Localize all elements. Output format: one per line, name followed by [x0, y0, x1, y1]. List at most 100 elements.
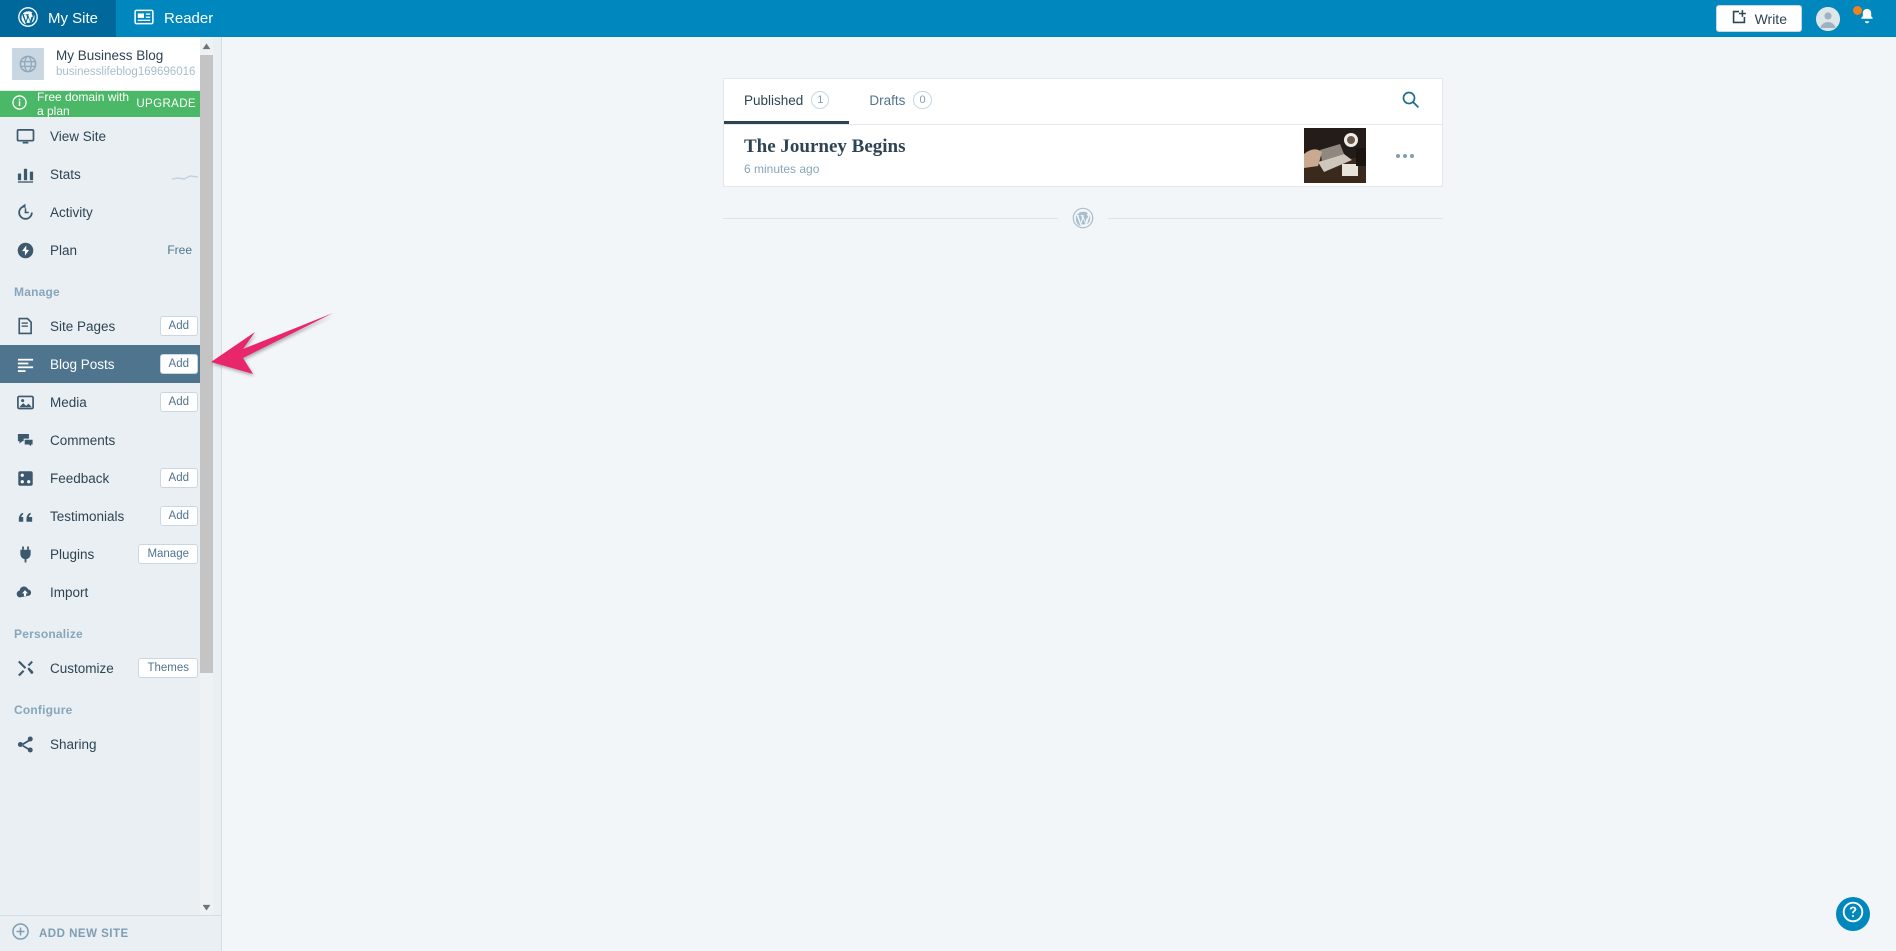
sidebar-item-plan[interactable]: Plan Free	[0, 231, 208, 269]
sidebar-item-label: Customize	[50, 660, 114, 676]
tab-label: Published	[744, 92, 804, 108]
testimonials-add-button[interactable]: Add	[159, 506, 198, 526]
main-content: Published 1 Drafts 0 The Journey Begins …	[222, 37, 1896, 951]
sidebar-item-stats[interactable]: Stats	[0, 155, 208, 193]
masthead-spacer	[231, 0, 1715, 37]
sidebar-scroll-region: My Business Blog businesslifeblog1696960…	[0, 37, 208, 916]
media-add-button[interactable]: Add	[159, 392, 198, 412]
post-title[interactable]: The Journey Begins	[744, 135, 1304, 159]
plus-circle-icon	[12, 922, 29, 945]
wordpress-logo-icon	[1058, 207, 1108, 229]
upgrade-banner[interactable]: Free domain with a plan UPGRADE	[0, 90, 208, 118]
scroll-up-arrow-icon[interactable]	[200, 37, 213, 55]
posts-list-icon	[14, 355, 36, 374]
post-ellipsis-menu-button[interactable]	[1388, 139, 1422, 173]
masthead-tab-reader[interactable]: Reader	[116, 0, 231, 37]
blog-posts-add-button[interactable]: Add	[159, 354, 198, 374]
help-button[interactable]	[1836, 897, 1870, 931]
sidebar-item-label: Plugins	[50, 546, 95, 562]
ellipsis-dot	[1403, 153, 1407, 158]
scroll-down-arrow-icon[interactable]	[200, 898, 213, 916]
sidebar-item-label: Media	[50, 394, 87, 410]
divider-rule-left	[723, 217, 1058, 219]
help-question-icon	[1840, 899, 1866, 930]
site-title: My Business Blog	[56, 48, 164, 64]
sidebar-scrollbar-thumb[interactable]	[200, 55, 213, 673]
ellipsis-menu-icon	[1396, 153, 1400, 158]
post-thumbnail	[1304, 128, 1366, 183]
ellipsis-dot	[1410, 153, 1414, 158]
add-new-site-label: ADD NEW SITE	[39, 927, 129, 940]
upgrade-banner-label: Free domain with a plan	[37, 90, 130, 118]
comments-icon	[14, 431, 36, 450]
site-url: businesslifeblog169696016.wordpre	[56, 65, 196, 78]
sidebar-item-sharing[interactable]: Sharing	[0, 725, 208, 763]
sidebar-item-label: Plan	[50, 242, 78, 258]
sidebar-scrollbar-track[interactable]	[200, 37, 213, 916]
notifications-button[interactable]	[1852, 4, 1880, 32]
sidebar-item-label: Site Pages	[50, 318, 116, 334]
avatar[interactable]	[1816, 6, 1840, 31]
write-button-label: Write	[1754, 10, 1787, 27]
masthead-tab-label: My Site	[48, 10, 99, 27]
cloud-upload-icon	[14, 583, 36, 602]
posts-column: Published 1 Drafts 0 The Journey Begins …	[723, 78, 1443, 229]
add-new-site-button[interactable]: ADD NEW SITE	[0, 915, 221, 951]
media-image-icon	[14, 393, 36, 412]
search-button[interactable]	[1379, 79, 1442, 124]
plan-bolt-icon	[14, 241, 36, 260]
sidebar-section-personalize: Personalize	[14, 627, 83, 641]
posts-status-tabs: Published 1 Drafts 0	[723, 78, 1443, 125]
sidebar: My Business Blog businesslifeblog1696960…	[0, 37, 222, 951]
sidebar-item-site-pages[interactable]: Site Pages Add	[0, 307, 208, 345]
plugins-manage-button[interactable]: Manage	[138, 544, 198, 564]
tabs-spacer	[952, 79, 1379, 124]
sidebar-item-label: Activity	[50, 204, 93, 220]
sidebar-item-label: Import	[50, 584, 89, 600]
customize-themes-button[interactable]: Themes	[138, 658, 198, 678]
sidebar-item-feedback[interactable]: Feedback Add	[0, 459, 208, 497]
tab-drafts[interactable]: Drafts 0	[849, 79, 951, 124]
plugin-icon	[14, 545, 36, 564]
customize-tools-icon	[14, 659, 36, 678]
bar-chart-icon	[14, 165, 36, 184]
quote-icon	[14, 507, 36, 526]
monitor-icon	[14, 127, 36, 146]
sidebar-item-blog-posts[interactable]: Blog Posts Add	[0, 345, 208, 383]
sidebar-item-label: Feedback	[50, 470, 110, 486]
wordpress-logo-icon	[18, 6, 38, 31]
write-button[interactable]: Write	[1715, 5, 1802, 32]
site-header[interactable]: My Business Blog businesslifeblog1696960…	[0, 37, 208, 91]
post-info: The Journey Begins 6 minutes ago	[744, 135, 1304, 177]
page-icon	[14, 317, 36, 335]
stats-sparkline	[171, 169, 199, 180]
sidebar-item-label: Blog Posts	[50, 356, 115, 372]
feedback-icon	[14, 469, 36, 488]
post-row[interactable]: The Journey Begins 6 minutes ago	[723, 125, 1443, 187]
divider-rule-right	[1108, 217, 1443, 219]
sidebar-item-customize[interactable]: Customize Themes	[0, 649, 208, 687]
tab-count-badge: 0	[913, 91, 932, 109]
sidebar-item-import[interactable]: Import	[0, 573, 208, 611]
notification-badge-dot	[1852, 4, 1863, 16]
sidebar-item-testimonials[interactable]: Testimonials Add	[0, 497, 208, 535]
masthead-tab-my-site[interactable]: My Site	[0, 0, 117, 37]
write-icon	[1731, 9, 1747, 28]
sidebar-item-label: View Site	[50, 128, 107, 144]
tab-published[interactable]: Published 1	[724, 79, 850, 124]
sidebar-item-media[interactable]: Media Add	[0, 383, 208, 421]
site-pages-add-button[interactable]: Add	[159, 316, 198, 336]
site-globe-icon	[12, 47, 44, 80]
tab-label: Drafts	[869, 92, 906, 108]
feedback-add-button[interactable]: Add	[159, 468, 198, 488]
plan-value: Free	[167, 243, 192, 257]
sidebar-item-activity[interactable]: Activity	[0, 193, 208, 231]
sidebar-item-view-site[interactable]: View Site	[0, 117, 208, 155]
sidebar-item-plugins[interactable]: Plugins Manage	[0, 535, 208, 573]
sidebar-section-configure: Configure	[14, 703, 73, 717]
clock-history-icon	[14, 203, 36, 222]
sidebar-item-label: Comments	[50, 432, 116, 448]
upgrade-banner-action[interactable]: UPGRADE	[136, 98, 196, 110]
sidebar-item-comments[interactable]: Comments	[0, 421, 208, 459]
sidebar-item-label: Sharing	[50, 736, 97, 752]
